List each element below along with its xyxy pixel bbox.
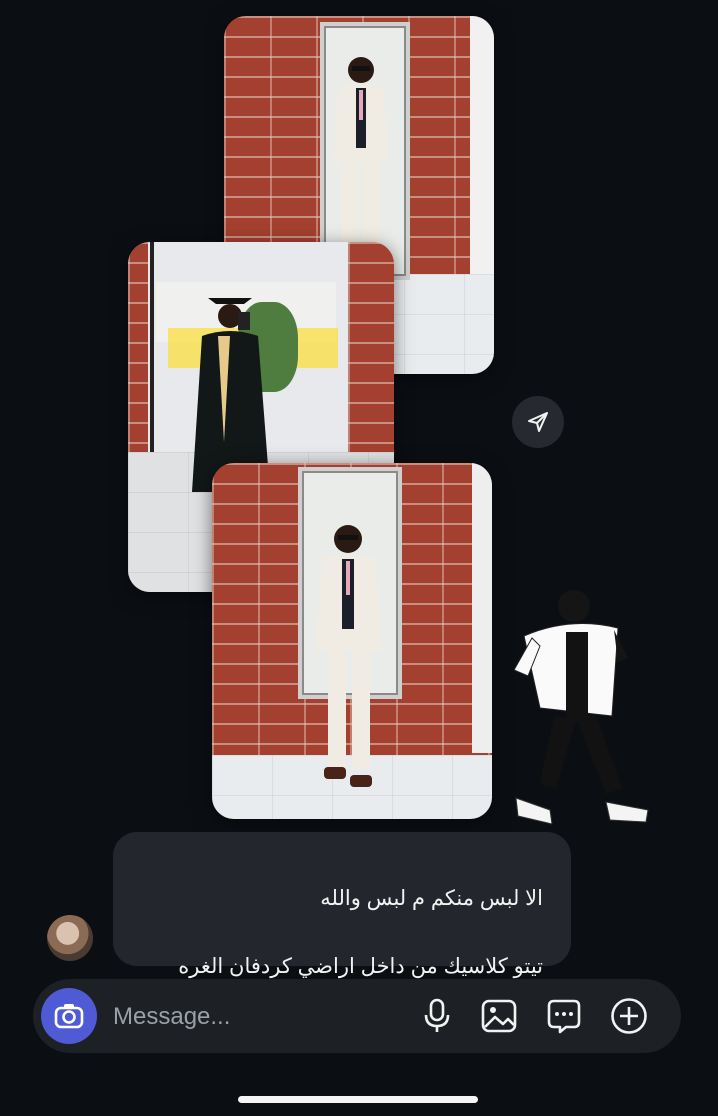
home-indicator[interactable] [238, 1096, 478, 1103]
plus-icon [611, 998, 647, 1034]
walking-person-sticker[interactable] [510, 588, 655, 833]
camera-button[interactable] [41, 988, 97, 1044]
image-icon [481, 999, 517, 1033]
shared-photo-3[interactable] [212, 463, 492, 819]
share-button[interactable] [512, 396, 564, 448]
add-button[interactable] [609, 996, 649, 1036]
message-input[interactable] [111, 993, 395, 1041]
paper-plane-icon [528, 412, 548, 432]
person-figure [316, 525, 382, 787]
message-composer [33, 979, 681, 1053]
microphone-icon [424, 998, 450, 1032]
camera-icon [54, 1004, 84, 1029]
microphone-button[interactable] [417, 996, 457, 1036]
person-figure [334, 57, 388, 262]
sticker-button[interactable] [544, 996, 584, 1036]
message-line-1: الا لبس منكم م لبس والله [320, 887, 543, 910]
sticker-icon [547, 999, 581, 1034]
gallery-button[interactable] [479, 996, 519, 1036]
message-bubble[interactable]: الا لبس منكم م لبس والله تيتو كلاسيك من … [113, 832, 571, 1048]
sender-avatar[interactable] [47, 915, 93, 961]
